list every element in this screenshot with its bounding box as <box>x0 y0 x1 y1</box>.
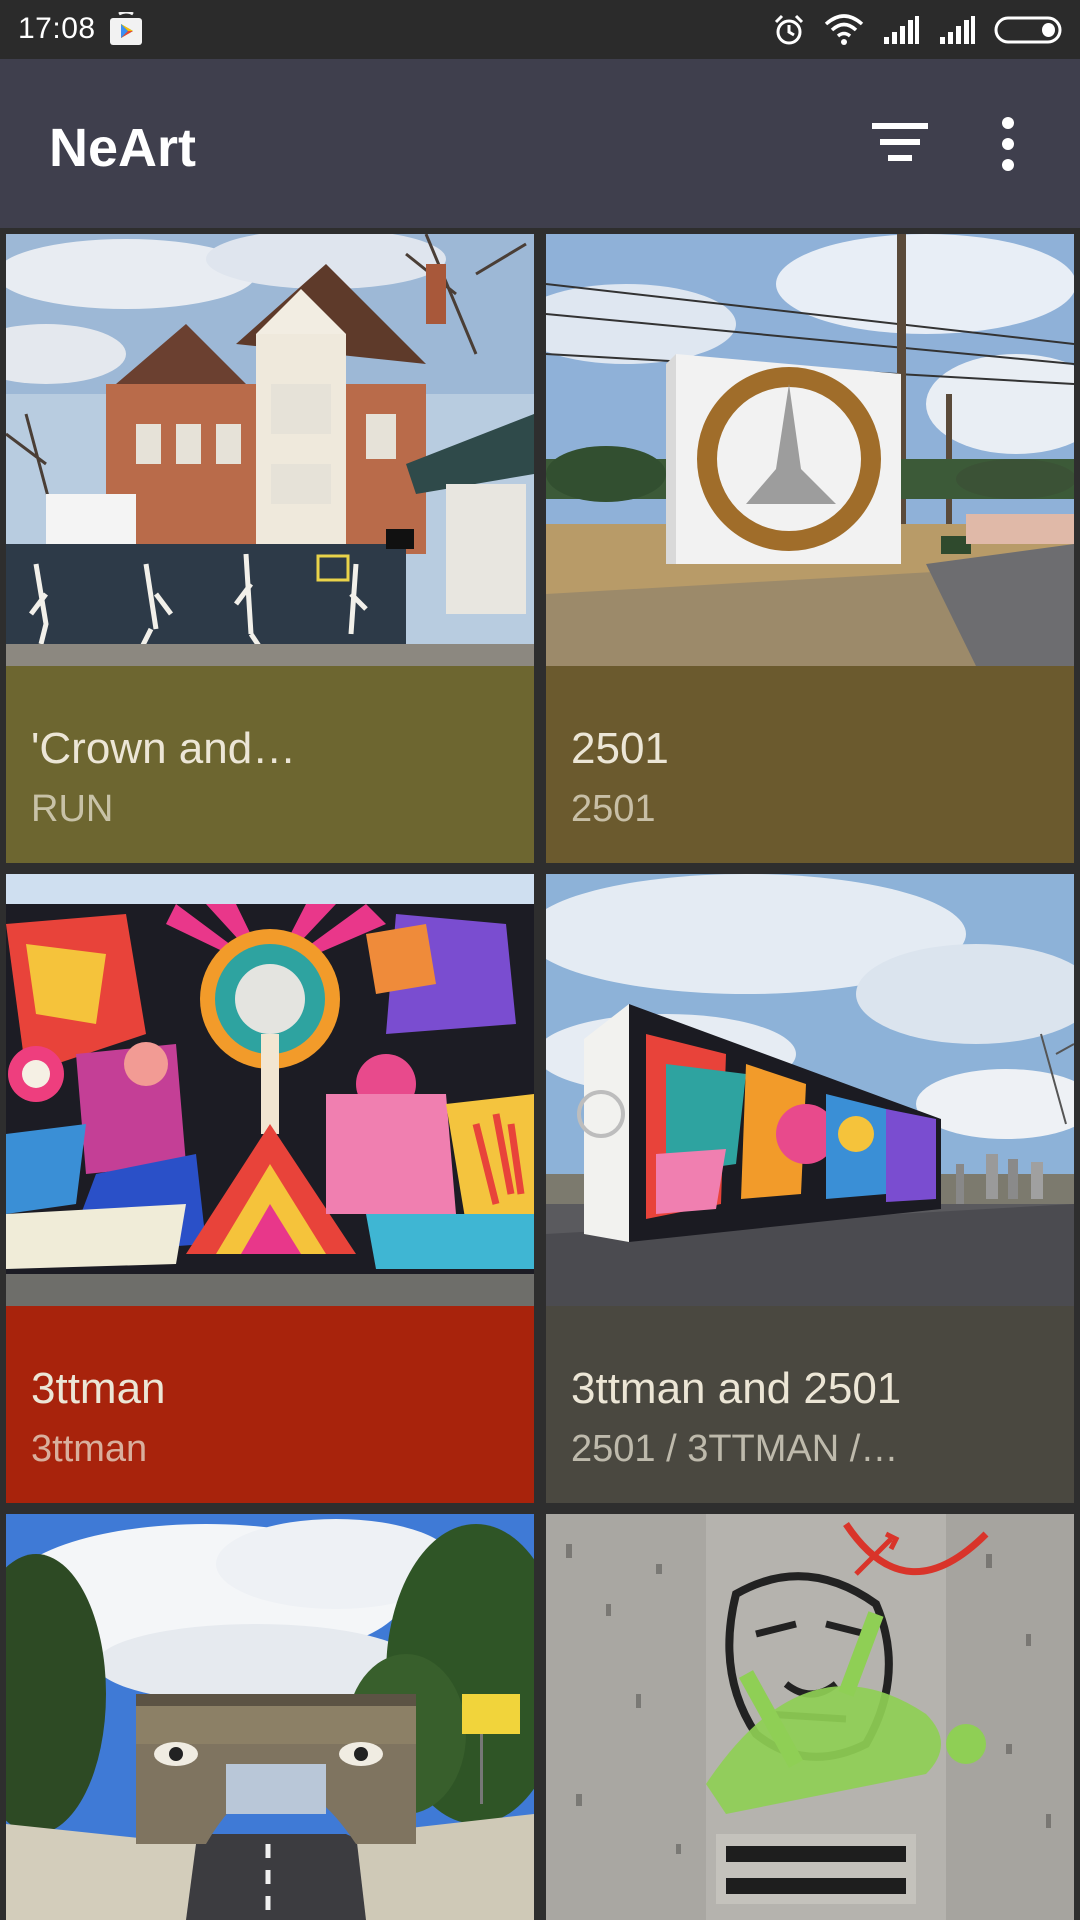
filter-icon[interactable] <box>862 115 938 179</box>
signal-icon <box>940 16 975 44</box>
artwork-thumbnail <box>546 234 1074 666</box>
signal-icon <box>884 16 919 44</box>
status-time: 17:08 <box>18 12 96 45</box>
status-bar: 17:08 <box>0 0 1080 59</box>
card-artist: 2501 / 3TTMAN /… <box>571 1428 899 1470</box>
card-caption: 2501 2501 <box>546 666 1074 863</box>
artwork-thumbnail <box>6 874 534 1306</box>
play-store-icon <box>110 12 142 45</box>
card-caption: 'Crown and… RUN <box>6 666 534 863</box>
card-artist: RUN <box>31 788 114 830</box>
artwork-card[interactable]: 'Crown and… RUN <box>6 234 534 863</box>
card-title: 2501 <box>571 724 669 773</box>
artwork-card[interactable]: 3ttman 3ttman <box>6 874 534 1503</box>
wifi-icon <box>824 14 864 45</box>
artwork-card[interactable] <box>6 1514 534 1920</box>
status-icons <box>772 10 1066 50</box>
screen: 17:08 NeArt 'Crown and… RUN 2501 2501 3t… <box>0 0 1080 1920</box>
card-title: 3ttman and 2501 <box>571 1364 902 1413</box>
card-artist: 3ttman <box>31 1428 148 1470</box>
card-title: 3ttman <box>31 1364 166 1413</box>
card-caption: 3ttman 3ttman <box>6 1306 534 1503</box>
artwork-thumbnail <box>546 1514 1074 1920</box>
artwork-thumbnail <box>6 234 534 666</box>
artwork-card[interactable]: 2501 2501 <box>546 234 1074 863</box>
artwork-card[interactable]: 3ttman and 2501 2501 / 3TTMAN /… <box>546 874 1074 1503</box>
artwork-card[interactable] <box>546 1514 1074 1920</box>
battery-icon <box>994 16 1062 44</box>
card-caption: 3ttman and 2501 2501 / 3TTMAN /… <box>546 1306 1074 1503</box>
app-bar: NeArt <box>0 59 1080 228</box>
card-title: 'Crown and… <box>31 724 297 773</box>
alarm-icon <box>774 14 804 45</box>
card-artist: 2501 <box>571 788 656 830</box>
more-vert-icon[interactable] <box>984 109 1034 185</box>
artwork-thumbnail <box>546 874 1074 1306</box>
app-title: NeArt <box>49 118 197 178</box>
artwork-thumbnail <box>6 1514 534 1920</box>
